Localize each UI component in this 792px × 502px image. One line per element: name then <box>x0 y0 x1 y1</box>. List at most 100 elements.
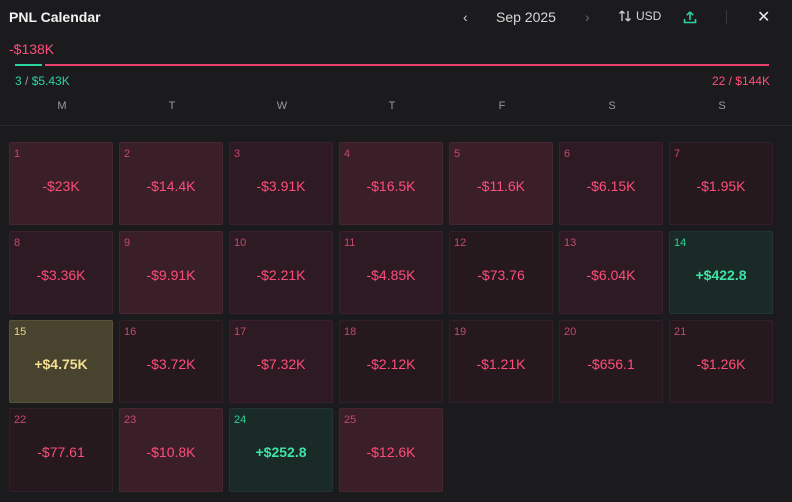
day-pnl-value: -$1.95K <box>696 178 746 194</box>
weekday-label: W <box>276 100 288 112</box>
sort-arrows-icon <box>619 10 631 22</box>
day-cell[interactable]: 12 -$73.76 <box>449 231 553 314</box>
day-cell[interactable]: 5 -$11.6K <box>449 142 553 225</box>
day-pnl-value: -$9.91K <box>146 267 196 283</box>
day-pnl-value: -$2.21K <box>256 267 306 283</box>
day-cell[interactable]: 9 -$9.91K <box>119 231 223 314</box>
day-pnl-value: -$1.26K <box>696 356 746 372</box>
day-number: 8 <box>14 237 21 249</box>
day-pnl-value: -$16.5K <box>366 178 416 194</box>
day-pnl-value: -$656.1 <box>587 356 635 372</box>
day-cell[interactable]: 1 -$23K <box>9 142 113 225</box>
day-pnl-value: -$3.72K <box>146 356 196 372</box>
day-cell[interactable]: 11 -$4.85K <box>339 231 443 314</box>
day-number: 13 <box>564 237 577 249</box>
day-cell[interactable]: 6 -$6.15K <box>559 142 663 225</box>
day-pnl-value: -$14.4K <box>146 178 196 194</box>
weekday-label: F <box>498 100 506 112</box>
win-stat: 3 / $5.43K <box>15 74 70 88</box>
day-cell[interactable]: 21 -$1.26K <box>669 320 773 403</box>
day-pnl-value: -$77.61 <box>37 444 85 460</box>
win-bar <box>15 64 42 66</box>
day-pnl-value: -$2.12K <box>366 356 416 372</box>
close-icon[interactable]: ✕ <box>757 7 770 27</box>
day-pnl-value: -$4.85K <box>366 267 416 283</box>
header-divider <box>726 10 727 24</box>
day-pnl-value: -$23K <box>42 178 80 194</box>
day-number: 9 <box>124 237 131 249</box>
day-number: 4 <box>344 148 351 160</box>
day-pnl-value: -$3.36K <box>36 267 86 283</box>
day-number: 10 <box>234 237 247 249</box>
day-number: 23 <box>124 414 137 426</box>
day-pnl-value: -$10.8K <box>146 444 196 460</box>
currency-toggle[interactable]: USD <box>618 9 661 23</box>
month-label: Sep 2025 <box>496 9 556 25</box>
day-pnl-value: -$6.15K <box>586 178 636 194</box>
day-cell[interactable]: 8 -$3.36K <box>9 231 113 314</box>
day-number: 25 <box>344 414 357 426</box>
upload-icon[interactable] <box>682 9 698 30</box>
day-number: 14 <box>674 237 687 249</box>
weekday-label: T <box>168 100 176 112</box>
chevron-left-icon[interactable]: ‹ <box>463 9 468 25</box>
day-cell[interactable]: 14 +$422.8 <box>669 231 773 314</box>
chevron-right-icon[interactable]: › <box>585 9 590 25</box>
day-number: 17 <box>234 326 247 338</box>
day-number: 22 <box>14 414 27 426</box>
day-pnl-value: -$6.04K <box>586 267 636 283</box>
day-number: 20 <box>564 326 577 338</box>
day-pnl-value: +$4.75K <box>34 356 88 372</box>
day-pnl-value: +$252.8 <box>255 444 307 460</box>
day-cell[interactable]: 25 -$12.6K <box>339 408 443 492</box>
day-cell[interactable]: 20 -$656.1 <box>559 320 663 403</box>
day-number: 5 <box>454 148 461 160</box>
day-number: 11 <box>344 237 356 249</box>
loss-bar <box>45 64 769 66</box>
day-number: 16 <box>124 326 137 338</box>
win-amount: $5.43K <box>31 74 70 88</box>
weekday-label: S <box>718 100 726 112</box>
day-pnl-value: -$1.21K <box>476 356 526 372</box>
day-pnl-value: -$73.76 <box>477 267 525 283</box>
day-cell[interactable]: 4 -$16.5K <box>339 142 443 225</box>
day-pnl-value: +$422.8 <box>695 267 747 283</box>
weekday-label: M <box>57 100 67 112</box>
day-cell[interactable]: 3 -$3.91K <box>229 142 333 225</box>
day-cell[interactable]: 2 -$14.4K <box>119 142 223 225</box>
currency-label: USD <box>636 9 662 23</box>
day-cell[interactable]: 16 -$3.72K <box>119 320 223 403</box>
day-cell[interactable]: 19 -$1.21K <box>449 320 553 403</box>
day-number: 18 <box>344 326 357 338</box>
win-count: 3 <box>15 74 22 88</box>
day-number: 6 <box>564 148 571 160</box>
day-number: 24 <box>234 414 247 426</box>
day-cell[interactable]: 17 -$7.32K <box>229 320 333 403</box>
loss-stat: 22 / $144K <box>711 74 770 88</box>
divider <box>0 125 792 126</box>
page-title: PNL Calendar <box>9 9 101 25</box>
calendar-header: PNL Calendar ‹ Sep 2025 › USD ✕ <box>0 0 792 34</box>
day-number: 21 <box>674 326 687 338</box>
day-pnl-value: -$11.6K <box>477 178 525 194</box>
day-cell[interactable]: 10 -$2.21K <box>229 231 333 314</box>
day-number: 1 <box>14 148 21 160</box>
day-cell[interactable]: 15 +$4.75K <box>9 320 113 403</box>
day-pnl-value: -$12.6K <box>366 444 416 460</box>
day-cell[interactable]: 22 -$77.61 <box>9 408 113 492</box>
day-cell[interactable]: 24 +$252.8 <box>229 408 333 492</box>
day-number: 15 <box>14 326 27 338</box>
day-number: 2 <box>124 148 131 160</box>
day-number: 3 <box>234 148 241 160</box>
weekday-label: S <box>608 100 616 112</box>
pnl-total: -$138K <box>9 41 55 57</box>
day-pnl-value: -$3.91K <box>256 178 306 194</box>
day-number: 12 <box>454 237 467 249</box>
day-number: 19 <box>454 326 467 338</box>
day-pnl-value: -$7.32K <box>256 356 306 372</box>
day-cell[interactable]: 7 -$1.95K <box>669 142 773 225</box>
day-cell[interactable]: 13 -$6.04K <box>559 231 663 314</box>
day-cell[interactable]: 18 -$2.12K <box>339 320 443 403</box>
day-number: 7 <box>674 148 681 160</box>
day-cell[interactable]: 23 -$10.8K <box>119 408 223 492</box>
